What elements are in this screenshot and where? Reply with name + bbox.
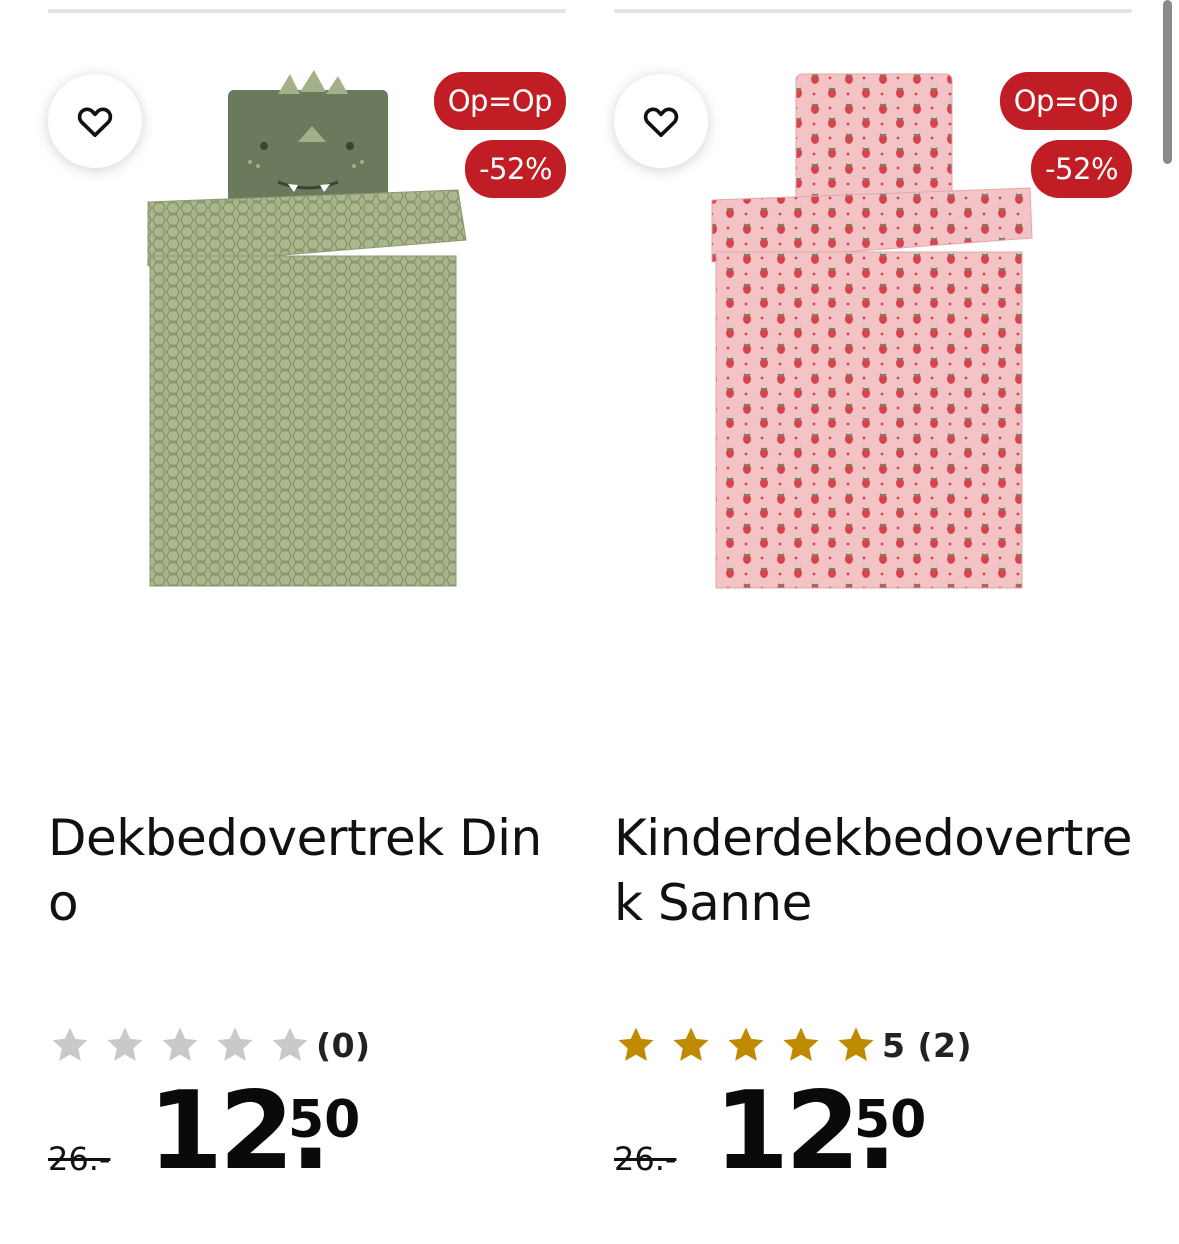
star-rating [50,1025,325,1065]
scrollbar[interactable] [1163,0,1172,164]
star-icon [217,1027,253,1061]
product-image-area[interactable]: Op=Op -52% [614,60,1132,620]
old-price: 26.- [614,1140,677,1178]
star-icon [838,1027,874,1061]
heart-outline-icon [77,107,113,138]
product-title[interactable]: Kinderdekbedovertrek Sanne [614,806,1134,936]
price-cents: 50 [288,1090,361,1150]
dino-duvet-image[interactable] [138,70,478,610]
star-icon [272,1027,308,1061]
star-icon [618,1027,654,1061]
product-image-area[interactable]: Op=Op -52% [48,60,566,620]
op-op-badge: Op=Op [999,72,1132,130]
star-icon [52,1027,88,1061]
product-rating[interactable]: 5 (2) [616,1018,972,1072]
star-icon [162,1027,198,1061]
discount-badge: -52% [465,140,566,198]
strawberry-duvet-image[interactable] [704,70,1044,610]
product-title[interactable]: Dekbedovertrek Dino [48,806,568,936]
favorite-button[interactable] [614,74,708,168]
star-icon [673,1027,709,1061]
product-rating[interactable]: (0) [50,1018,371,1072]
heart-outline-icon [643,107,679,138]
star-icon [783,1027,819,1061]
divider [614,9,1132,13]
op-op-badge: Op=Op [433,72,566,130]
rating-count: (0) [316,1025,371,1065]
star-icon [107,1027,143,1061]
old-price: 26.- [48,1140,111,1178]
rating-count: 5 (2) [882,1025,973,1065]
divider [48,9,566,13]
star-icon [728,1027,764,1061]
product-card[interactable]: Op=Op -52% Dekbedovertrek Dino (0) 26.- … [48,0,566,1244]
product-card[interactable]: Op=Op -52% Kinderdekbedovertrek Sanne 5 … [614,0,1134,1244]
star-rating [616,1025,891,1065]
price-cents: 50 [854,1090,927,1150]
discount-badge: -52% [1031,140,1132,198]
favorite-button[interactable] [48,74,142,168]
